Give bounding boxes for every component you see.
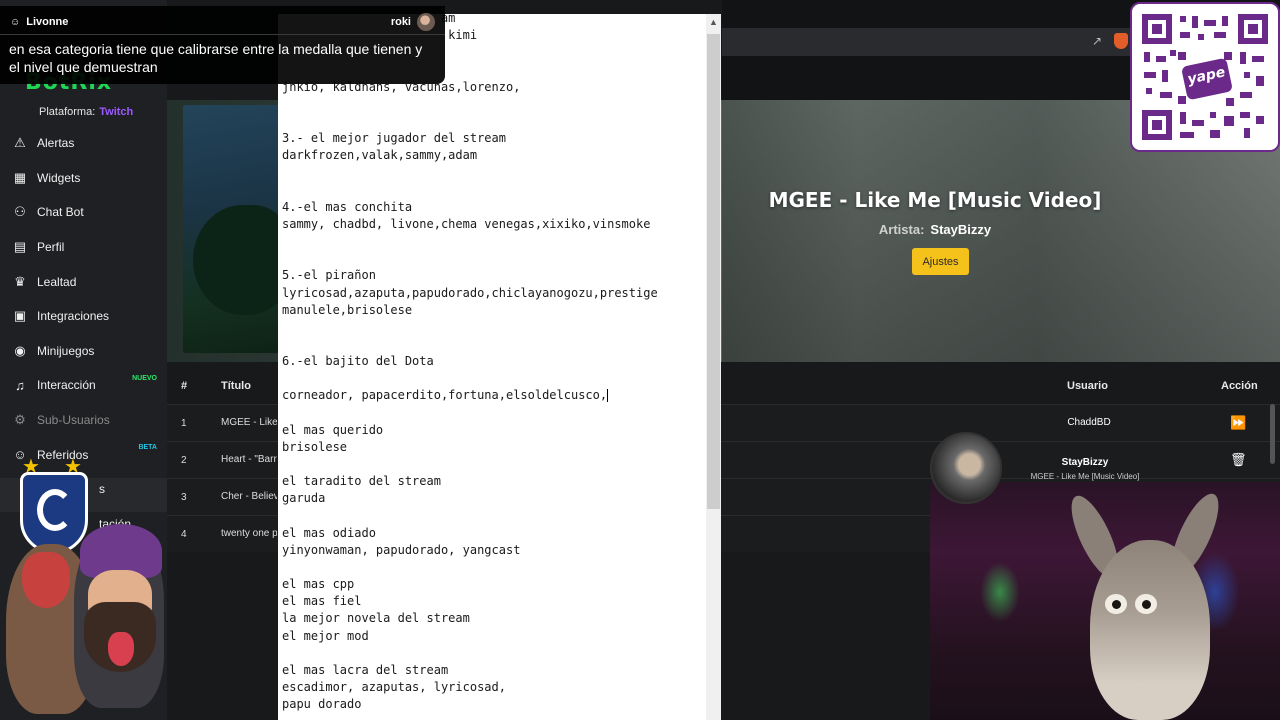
sidebar-item-label: Integraciones (37, 309, 110, 324)
row-title: Cher - Believ (221, 491, 277, 502)
notepad-text[interactable]: am kimi jnkio, kaldhans, vacunas,lorenzo… (282, 14, 658, 713)
sidebar-item-chat-bot[interactable]: ⚇ Chat Bot (0, 195, 167, 230)
chat-right-user: roki (391, 13, 435, 31)
row-title: MGEE - Like (221, 417, 277, 428)
scroll-up-icon[interactable]: ▲ (709, 17, 718, 27)
yape-text: yape (1186, 64, 1227, 88)
plug-icon: ▣ (13, 308, 27, 324)
webcam-feed (930, 482, 1280, 720)
sidebar-item-label: Lealtad (37, 274, 77, 289)
screen: ↗ MGEE - Like Me [Music Video] Artista: S… (0, 0, 1280, 720)
row-number: 3 (181, 492, 187, 503)
row-number: 4 (181, 529, 187, 540)
platform-label: Plataforma: (39, 106, 96, 118)
music-icon: ♫ (15, 377, 25, 393)
donkey-eye-right (1135, 594, 1157, 614)
text-caret (607, 389, 609, 403)
chat-username-text: Livonne (26, 16, 69, 28)
chat-overlay: ☺ Livonne roki en esa categoria tiene que… (0, 6, 445, 84)
avatar (417, 13, 435, 31)
scrollbar-thumb[interactable] (707, 34, 720, 509)
row-number: 1 (181, 418, 187, 429)
col-action: Acción (1221, 380, 1258, 392)
sidebar-item-minijuegos[interactable]: ◉ Minijuegos (0, 334, 167, 369)
trophy-icon: ♛ (14, 273, 26, 289)
row-title: twenty one p (221, 528, 277, 539)
brave-shield-icon[interactable] (1114, 33, 1128, 49)
row-user: ChaddBD (1067, 417, 1111, 428)
share-icon[interactable]: ↗ (1092, 34, 1106, 48)
robot-icon: ⚇ (14, 204, 26, 220)
sidebar-item-label: Sub-Usuarios (37, 413, 110, 428)
artist-line: Artista: StayBizzy (722, 222, 1148, 237)
row-number: 2 (181, 455, 187, 466)
artist-name: StayBizzy (930, 222, 992, 237)
chat-username: ☺ Livonne (10, 16, 68, 28)
now-playing-song: MGEE - Like Me [Music Video] (1030, 472, 1140, 481)
yape-qr-code: yape (1130, 2, 1280, 152)
sidebar-item-widgets[interactable]: ▦ Widgets (0, 161, 167, 196)
now-playing-user: StayBizzy (1061, 457, 1109, 468)
play-next-icon[interactable]: ⏩ (1230, 415, 1246, 431)
donkey-mouth (22, 552, 70, 608)
sidebar-item-label: Interacción (37, 378, 96, 393)
sidebar-item-sub-usuarios[interactable]: ⚙ Sub-Usuarios (0, 403, 167, 438)
video-thumbnail[interactable] (183, 105, 293, 353)
sidebar-item-perfil[interactable]: ▤ Perfil (0, 230, 167, 265)
song-title: MGEE - Like Me [Music Video] (768, 188, 1102, 212)
col-number: # (181, 380, 188, 392)
donkey-mask (1090, 540, 1210, 720)
notepad-text-after: el mas querido brisolese el taradito del… (282, 422, 521, 712)
notepad-scrollbar[interactable]: ▲ (706, 14, 721, 720)
col-title: Título (221, 380, 251, 392)
artist-label: Artista: (878, 222, 925, 237)
chat-right-username: roki (390, 16, 411, 28)
new-badge: NUEVO (132, 375, 157, 383)
gear-icon: ⚙ (14, 412, 26, 428)
donkey-eye-left (1105, 594, 1127, 614)
sidebar-item-interaccion[interactable]: ♫ Interacción NUEVO (0, 368, 167, 403)
warning-icon: ⚠ (14, 135, 26, 151)
sidebar-item-lealtad[interactable]: ♛ Lealtad (0, 264, 167, 299)
trash-icon[interactable]: 🗑 (1230, 452, 1247, 468)
col-user: Usuario (1067, 380, 1108, 392)
chat-message: en esa categoria tiene que calibrarse en… (9, 41, 423, 75)
user-icon: ☺ (10, 17, 21, 28)
notepad-editor[interactable]: am kimi jnkio, kaldhans, vacunas,lorenzo… (278, 14, 721, 720)
table-scrollbar[interactable] (1270, 404, 1275, 464)
row-title: Heart - "Barr (221, 454, 277, 465)
gamepad-icon: ◉ (14, 342, 26, 358)
platform-value: Twitch (99, 106, 134, 118)
sidebar-item-label: Perfil (37, 240, 65, 255)
divider (0, 34, 445, 35)
cartoon-tongue (108, 632, 134, 666)
club-crest-icon (20, 472, 88, 554)
sidebar-item-integraciones[interactable]: ▣ Integraciones (0, 299, 167, 334)
id-card-icon: ▤ (13, 239, 27, 255)
settings-button[interactable]: Ajustes (912, 248, 969, 275)
avatar (930, 432, 1002, 504)
sidebar-item-label: Minijuegos (37, 343, 95, 358)
sidebar-item-label: Widgets (37, 170, 81, 185)
grid-icon: ▦ (13, 169, 27, 185)
crest-letter (37, 489, 73, 531)
platform-line: Plataforma: Twitch (39, 106, 133, 118)
sidebar-item-alertas[interactable]: ⚠ Alertas (0, 126, 167, 161)
sidebar-item-label: Alertas (37, 136, 75, 151)
green-light (980, 562, 1020, 622)
sidebar-item-label: Chat Bot (37, 205, 84, 220)
beta-badge: BETA (138, 444, 157, 452)
mascot-overlay: ★ ★ (0, 452, 170, 720)
